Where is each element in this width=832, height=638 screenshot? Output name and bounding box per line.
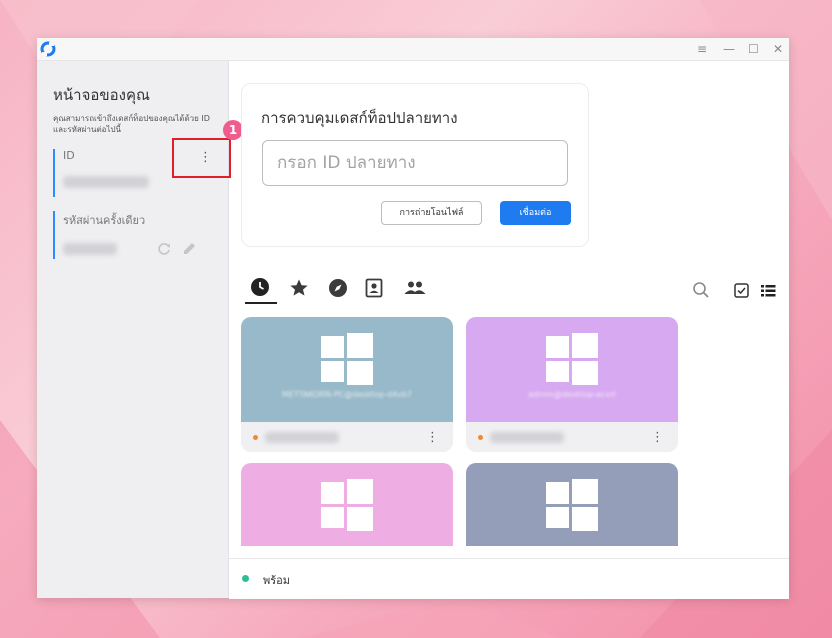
offline-status-dot bbox=[478, 435, 483, 440]
clock-icon[interactable] bbox=[250, 277, 270, 297]
compass-icon[interactable] bbox=[328, 278, 348, 298]
peer-card[interactable] bbox=[466, 463, 678, 546]
list-view-icon[interactable] bbox=[759, 282, 777, 300]
remote-control-card: การควบคุมเดสก์ท็อปปลายทาง การถ่ายโอนไฟล์… bbox=[241, 83, 589, 247]
sidebar-description: คุณสามารถเข้าถึงเดสก์ท็อปของคุณได้ด้วย I… bbox=[53, 114, 210, 134]
title-bar: ≡ — ☐ ✕ bbox=[37, 38, 789, 61]
close-button[interactable]: ✕ bbox=[773, 40, 783, 58]
peer-name: METTAKORN-PC@desktop-d4vb7 bbox=[281, 390, 413, 399]
minimize-button[interactable]: — bbox=[723, 40, 735, 58]
step-badge: 1 bbox=[223, 120, 243, 140]
ready-status-dot bbox=[242, 575, 249, 582]
peer-thumbnail: admin@desktop-ecvrl bbox=[466, 317, 678, 422]
peer-card[interactable]: admin@desktop-ecvrl ⋮ bbox=[466, 317, 678, 452]
peer-thumbnail: METTAKORN-PC@desktop-d4vb7 bbox=[241, 317, 453, 422]
windows-logo-icon bbox=[321, 333, 373, 385]
status-text: พร้อม bbox=[263, 574, 291, 587]
offline-status-dot bbox=[253, 435, 258, 440]
app-window: ≡ — ☐ ✕ หน้าจอของคุณ คุณสามารถเข้าถึงเดส… bbox=[37, 38, 789, 599]
rustdesk-logo-icon bbox=[40, 41, 56, 57]
windows-logo-icon bbox=[546, 333, 598, 385]
select-checkbox-icon[interactable] bbox=[733, 282, 751, 300]
people-icon[interactable] bbox=[403, 278, 427, 298]
peer-thumbnail bbox=[466, 463, 678, 546]
peer-info-bar: ⋮ bbox=[466, 422, 678, 452]
peer-more-menu-icon[interactable]: ⋮ bbox=[651, 431, 664, 444]
remote-card-title: การควบคุมเดสก์ท็อปปลายทาง bbox=[261, 109, 458, 127]
refresh-icon[interactable] bbox=[156, 241, 172, 257]
peer-more-menu-icon[interactable]: ⋮ bbox=[426, 431, 439, 444]
peer-name: admin@desktop-ecvrl bbox=[528, 390, 616, 399]
connect-button[interactable]: เชื่อมต่อ bbox=[500, 201, 571, 225]
edit-pencil-icon[interactable] bbox=[181, 240, 198, 257]
sidebar-title: หน้าจอของคุณ bbox=[53, 86, 150, 104]
file-transfer-button[interactable]: การถ่ายโอนไฟล์ bbox=[381, 201, 482, 225]
peer-thumbnail bbox=[241, 463, 453, 546]
star-icon[interactable] bbox=[289, 278, 309, 298]
password-label: รหัสผ่านครั้งเดียว bbox=[63, 214, 146, 227]
menu-icon[interactable]: ≡ bbox=[697, 40, 707, 58]
windows-logo-icon bbox=[546, 479, 598, 531]
search-icon[interactable] bbox=[692, 281, 710, 299]
peer-info-bar: ⋮ bbox=[241, 422, 453, 452]
highlight-box bbox=[172, 138, 231, 178]
peer-id-blurred bbox=[265, 432, 339, 443]
peer-card[interactable]: METTAKORN-PC@desktop-d4vb7 ⋮ bbox=[241, 317, 453, 452]
peer-card[interactable] bbox=[241, 463, 453, 546]
remote-id-input[interactable] bbox=[262, 140, 568, 186]
id-value-blurred bbox=[63, 176, 149, 188]
peer-id-blurred bbox=[490, 432, 564, 443]
status-bar: พร้อม bbox=[229, 558, 789, 599]
contact-icon[interactable] bbox=[364, 278, 384, 298]
active-tab-indicator bbox=[245, 302, 277, 304]
password-value-blurred bbox=[63, 243, 117, 255]
maximize-button[interactable]: ☐ bbox=[748, 40, 759, 58]
windows-logo-icon bbox=[321, 479, 373, 531]
